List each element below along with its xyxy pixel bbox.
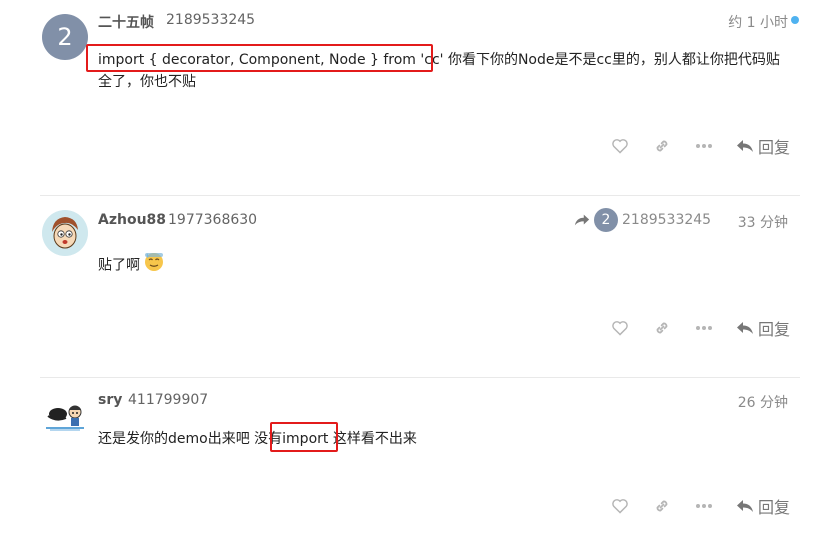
post-actions: 回复: [588, 494, 790, 518]
username[interactable]: 二十五帧: [98, 12, 154, 32]
cartoon-face-avatar: [42, 210, 88, 256]
reply-label: 回复: [757, 498, 790, 517]
avatar[interactable]: 2: [42, 14, 88, 60]
post-item: 2 二十五帧 2189533245 约 1 小时 import { decora…: [40, 0, 800, 196]
username[interactable]: Azhou88: [98, 212, 166, 228]
post-body: 还是发你的demo出来吧 没有import 这样看不出来: [98, 428, 417, 450]
post-time[interactable]: 33 分钟: [738, 212, 788, 232]
figure-avatar: [46, 405, 84, 431]
share-arrow-icon: [574, 214, 590, 226]
user-id: 1977368630: [168, 212, 258, 228]
avatar[interactable]: [42, 210, 88, 256]
reply-to-indicator[interactable]: 2 2189533245: [574, 208, 711, 232]
body-text: 你看下你的Node是不是cc里的，别人都让你把代码贴: [443, 52, 780, 68]
link-icon[interactable]: [652, 318, 672, 338]
annotation-box: [86, 44, 433, 72]
post-time[interactable]: 26 分钟: [738, 392, 788, 412]
reply-arrow-icon: [736, 322, 753, 334]
more-icon[interactable]: [694, 136, 714, 156]
reply-to-id: 2189533245: [622, 212, 712, 228]
avatar[interactable]: [42, 392, 88, 438]
reply-button[interactable]: 回复: [736, 134, 790, 158]
body-text: 还是发你的demo出来吧 没: [98, 431, 269, 447]
body-text: 全了，你也不贴: [98, 74, 196, 90]
post-actions: 回复: [588, 316, 790, 340]
body-text: 贴了啊: [98, 257, 140, 274]
reply-button[interactable]: 回复: [736, 494, 790, 518]
post-item: Azhou88 1977368630 2 2189533245 33 分钟 贴了…: [40, 196, 800, 378]
link-icon[interactable]: [652, 496, 672, 516]
heart-icon[interactable]: [610, 496, 630, 516]
unread-dot: [791, 16, 799, 24]
post-item: sry 411799907 26 分钟 还是发你的demo出来吧 没有impor…: [40, 378, 800, 535]
heart-icon[interactable]: [610, 136, 630, 156]
body-text: 这样看不出来: [328, 431, 417, 447]
reply-label: 回复: [757, 138, 790, 157]
reply-arrow-icon: [736, 140, 753, 152]
annotation-box: [270, 422, 338, 452]
reply-label: 回复: [757, 320, 790, 339]
user-id: 411799907: [128, 392, 209, 408]
sweat-smile-emoji: [144, 252, 164, 279]
user-id: 2189533245: [166, 12, 256, 28]
post-time[interactable]: 约 1 小时: [728, 12, 788, 32]
username[interactable]: sry: [98, 392, 122, 408]
link-icon[interactable]: [652, 136, 672, 156]
heart-icon[interactable]: [610, 318, 630, 338]
reply-arrow-icon: [736, 500, 753, 512]
more-icon[interactable]: [694, 496, 714, 516]
post-body: 贴了啊: [98, 252, 164, 279]
reply-to-avatar: 2: [594, 208, 618, 232]
reply-button[interactable]: 回复: [736, 316, 790, 340]
more-icon[interactable]: [694, 318, 714, 338]
post-actions: 回复: [588, 134, 790, 158]
